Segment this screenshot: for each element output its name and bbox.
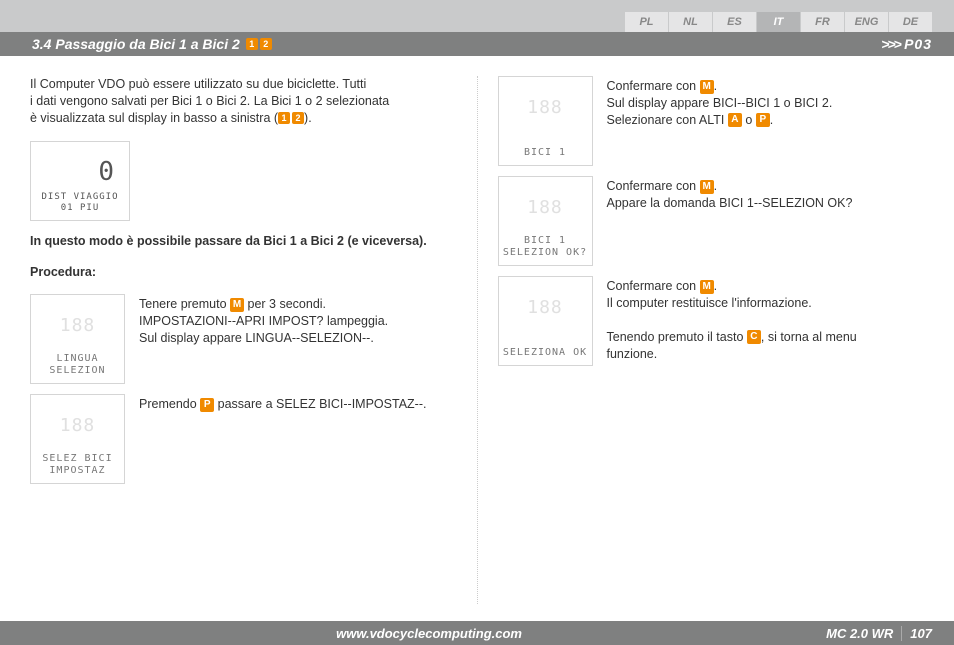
step1-pre: Tenere premuto bbox=[139, 297, 230, 311]
lang-tab-de[interactable]: DE bbox=[888, 12, 932, 32]
lcd-bici1-ok: 188 BICI 1 SELEZION OK? bbox=[498, 176, 593, 266]
page-reference: >>>P03 bbox=[882, 36, 932, 52]
inline-bike2-icon: 2 bbox=[292, 112, 304, 124]
lcd-bici1-text: BICI 1 bbox=[499, 147, 592, 159]
bike1-icon: 1 bbox=[246, 38, 258, 50]
right-step-1-text: Confermare con M. Sul display appare BIC… bbox=[607, 76, 833, 166]
r3-l3pre: Tenendo premuto il tasto bbox=[607, 330, 747, 344]
step1-line2: IMPOSTAZIONI--APRI IMPOST? lampeggia. bbox=[139, 314, 388, 328]
inline-bike1-icon: 1 bbox=[278, 112, 290, 124]
manual-page: PL NL ES IT FR ENG DE 3.4 Passaggio da B… bbox=[0, 0, 954, 645]
section-bar: 3.4 Passaggio da Bici 1 a Bici 2 1 2 >>>… bbox=[0, 32, 954, 56]
r1-l2: Sul display appare BICI--BICI 1 o BICI 2… bbox=[607, 96, 833, 110]
r2-pre: Confermare con bbox=[607, 179, 700, 193]
lcd-intro-text: DIST VIAGGIO 01 PIU bbox=[31, 192, 129, 214]
p-button-icon: P bbox=[756, 113, 770, 127]
lcd-seleziona-ok: 188 SELEZIONA OK bbox=[498, 276, 593, 366]
page-ref-code: P03 bbox=[904, 36, 932, 52]
body: Il Computer VDO può essere utilizzato su… bbox=[0, 56, 954, 604]
lang-tab-nl[interactable]: NL bbox=[668, 12, 712, 32]
m-button-icon: M bbox=[700, 280, 714, 294]
c-button-icon: C bbox=[747, 330, 761, 344]
step1-line3: Sul display appare LINGUA--SELEZION--. bbox=[139, 331, 374, 345]
right-step-3: 188 SELEZIONA OK Confermare con M. Il co… bbox=[498, 276, 925, 366]
language-tabs: PL NL ES IT FR ENG DE bbox=[624, 12, 932, 32]
intro-line2: i dati vengono salvati per Bici 1 o Bici… bbox=[30, 94, 389, 108]
lcd-lingua: 188 LINGUA SELEZION bbox=[30, 294, 125, 384]
step1-post: per 3 secondi. bbox=[244, 297, 326, 311]
intro-paragraph: Il Computer VDO può essere utilizzato su… bbox=[30, 76, 457, 127]
r3-post: . bbox=[714, 279, 717, 293]
r1-post: . bbox=[714, 79, 717, 93]
right-step-2: 188 BICI 1 SELEZION OK? Confermare con M… bbox=[498, 176, 925, 266]
lang-tab-it[interactable]: IT bbox=[756, 12, 800, 32]
right-column: 188 BICI 1 Confermare con M. Sul display… bbox=[477, 76, 925, 604]
step2-pre: Premendo bbox=[139, 397, 200, 411]
left-step-2-text: Premendo P passare a SELEZ BICI--IMPOSTA… bbox=[139, 394, 426, 484]
r1-l3post: . bbox=[770, 113, 773, 127]
r1-l3mid: o bbox=[742, 113, 756, 127]
r2-l2: Appare la domanda BICI 1--SELEZION OK? bbox=[607, 196, 853, 210]
r3-pre: Confermare con bbox=[607, 279, 700, 293]
footer-page-number: 107 bbox=[902, 626, 932, 641]
lang-tab-fr[interactable]: FR bbox=[800, 12, 844, 32]
lcd-selez-bici-text: SELEZ BICI IMPOSTAZ bbox=[31, 453, 124, 477]
lcd-intro: 0 DIST VIAGGIO 01 PIU bbox=[30, 141, 130, 221]
procedure-label: Procedura: bbox=[30, 264, 457, 281]
lcd-intro-digit: 0 bbox=[37, 148, 123, 196]
lcd-seleziona-ok-text: SELEZIONA OK bbox=[499, 347, 592, 359]
intro-line3a: è visualizzata sul display in basso a si… bbox=[30, 111, 278, 125]
page-ref-arrows: >>> bbox=[882, 36, 901, 52]
section-title-text: 3.4 Passaggio da Bici 1 a Bici 2 bbox=[32, 36, 240, 52]
left-step-1: 188 LINGUA SELEZION Tenere premuto M per… bbox=[30, 294, 457, 384]
footer-url: www.vdocyclecomputing.com bbox=[32, 626, 826, 641]
footer-bar: www.vdocyclecomputing.com MC 2.0 WR 107 bbox=[0, 621, 954, 645]
lcd-bici1-ok-text: BICI 1 SELEZION OK? bbox=[499, 235, 592, 259]
r3-l4: funzione. bbox=[607, 347, 658, 361]
lang-tab-pl[interactable]: PL bbox=[624, 12, 668, 32]
left-step-2: 188 SELEZ BICI IMPOSTAZ Premendo P passa… bbox=[30, 394, 457, 484]
m-button-icon: M bbox=[230, 298, 244, 312]
p-button-icon: P bbox=[200, 398, 214, 412]
footer-model: MC 2.0 WR bbox=[826, 626, 902, 641]
lang-tab-es[interactable]: ES bbox=[712, 12, 756, 32]
r2-post: . bbox=[714, 179, 717, 193]
switch-headline: In questo modo è possibile passare da Bi… bbox=[30, 233, 457, 250]
lcd-selez-bici: 188 SELEZ BICI IMPOSTAZ bbox=[30, 394, 125, 484]
top-bar: PL NL ES IT FR ENG DE bbox=[0, 0, 954, 32]
section-title: 3.4 Passaggio da Bici 1 a Bici 2 1 2 bbox=[32, 36, 272, 52]
r1-pre: Confermare con bbox=[607, 79, 700, 93]
bike2-icon: 2 bbox=[260, 38, 272, 50]
m-button-icon: M bbox=[700, 180, 714, 194]
r3-l3post: , si torna al menu bbox=[761, 330, 857, 344]
lcd-lingua-text: LINGUA SELEZION bbox=[31, 353, 124, 377]
right-step-3-text: Confermare con M. Il computer restituisc… bbox=[607, 276, 857, 366]
intro-line3b: ). bbox=[304, 111, 312, 125]
m-button-icon: M bbox=[700, 80, 714, 94]
r1-l3pre: Selezionare con ALTI bbox=[607, 113, 728, 127]
a-button-icon: A bbox=[728, 113, 742, 127]
step2-post: passare a SELEZ BICI--IMPOSTAZ--. bbox=[214, 397, 426, 411]
lang-tab-eng[interactable]: ENG bbox=[844, 12, 888, 32]
intro-line1: Il Computer VDO può essere utilizzato su… bbox=[30, 77, 366, 91]
right-step-1: 188 BICI 1 Confermare con M. Sul display… bbox=[498, 76, 925, 166]
left-step-1-text: Tenere premuto M per 3 secondi. IMPOSTAZ… bbox=[139, 294, 388, 384]
left-column: Il Computer VDO può essere utilizzato su… bbox=[30, 76, 477, 604]
right-step-2-text: Confermare con M. Appare la domanda BICI… bbox=[607, 176, 853, 266]
r3-l2: Il computer restituisce l'informazione. bbox=[607, 296, 812, 310]
lcd-bici1: 188 BICI 1 bbox=[498, 76, 593, 166]
